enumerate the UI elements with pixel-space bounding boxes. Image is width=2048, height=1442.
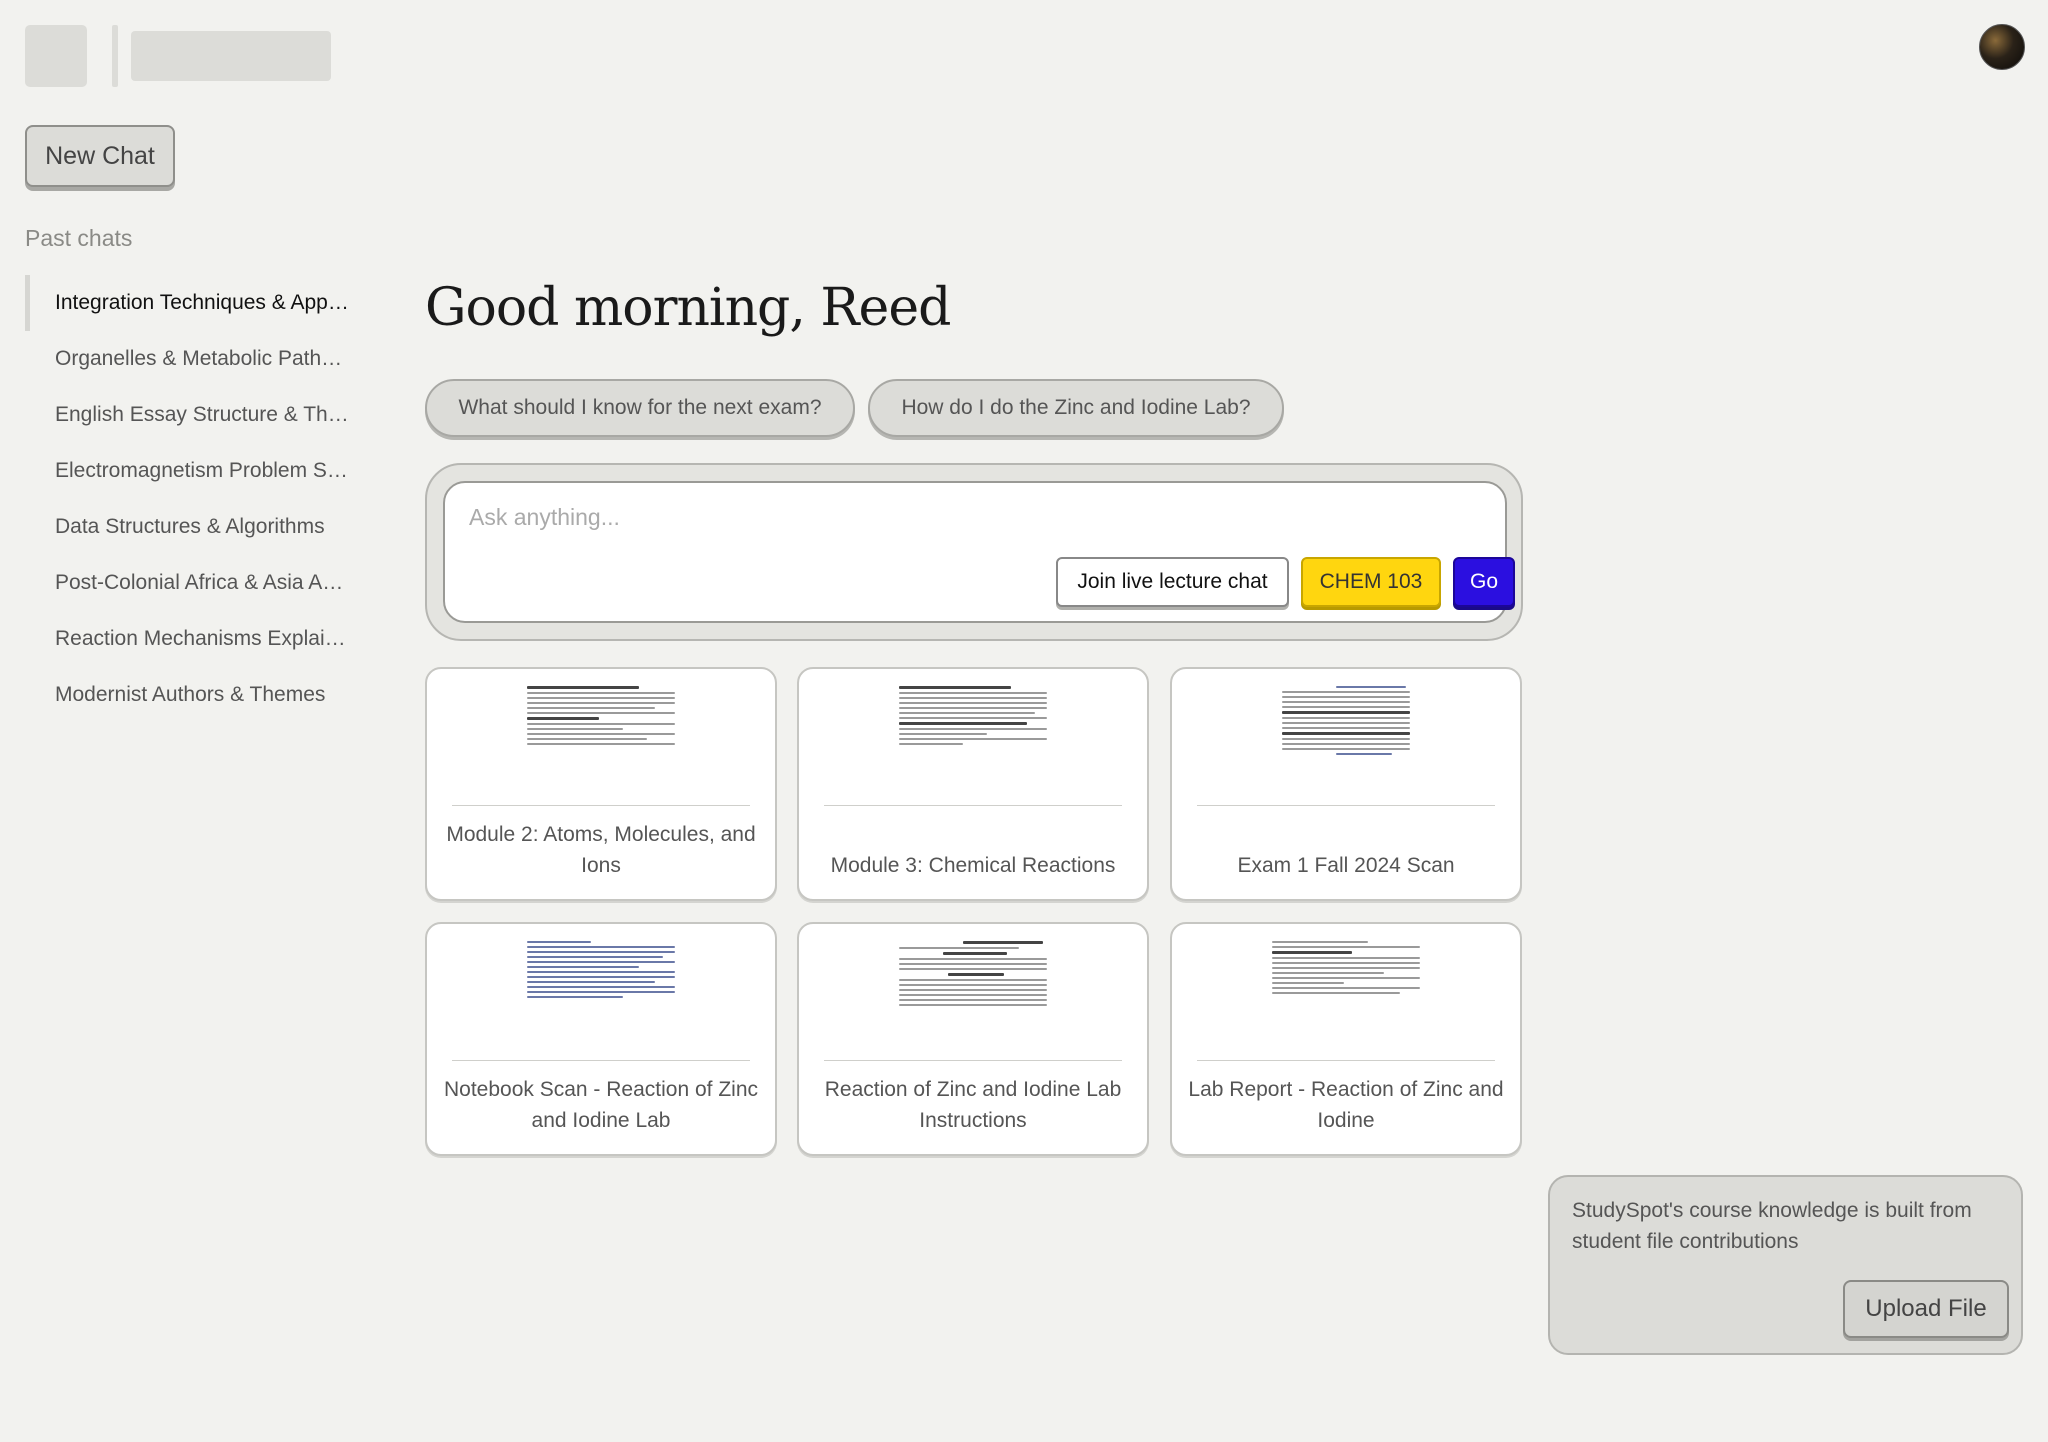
composer: Join live lecture chat CHEM 103 Go — [425, 463, 1523, 641]
past-chats-list: Integration Techniques & App… Organelles… — [25, 275, 370, 723]
past-chat-item[interactable]: Data Structures & Algorithms — [25, 499, 370, 555]
file-card[interactable]: Module 3: Chemical Reactions — [797, 667, 1149, 901]
file-card[interactable]: Module 2: Atoms, Molecules, and Ions — [425, 667, 777, 901]
file-card-title: Module 3: Chemical Reactions — [830, 854, 1116, 877]
app-name-placeholder — [131, 31, 331, 81]
past-chat-item[interactable]: Organelles & Metabolic Path… — [25, 331, 370, 387]
document-thumbnail — [1197, 934, 1495, 1061]
new-chat-button[interactable]: New Chat — [25, 125, 175, 187]
document-thumbnail — [824, 934, 1122, 1061]
document-thumbnail — [452, 934, 750, 1061]
file-card-title: Exam 1 Fall 2024 Scan — [1237, 854, 1455, 877]
past-chat-item[interactable]: English Essay Structure & Th… — [25, 387, 370, 443]
file-card[interactable]: Exam 1 Fall 2024 Scan — [1170, 667, 1522, 901]
ask-input[interactable] — [467, 503, 1371, 532]
suggestion-chip-lab[interactable]: How do I do the Zinc and Iodine Lab? — [868, 379, 1284, 437]
document-thumbnail — [824, 679, 1122, 806]
file-card-title: Reaction of Zinc and Iodine Lab Instruct… — [824, 1078, 1122, 1132]
file-card[interactable]: Notebook Scan - Reaction of Zinc and Iod… — [425, 922, 777, 1156]
file-card-title: Lab Report - Reaction of Zinc and Iodine — [1188, 1078, 1504, 1132]
upload-file-button[interactable]: Upload File — [1843, 1280, 2009, 1338]
past-chat-item[interactable]: Reaction Mechanisms Explai… — [25, 611, 370, 667]
app-logo-placeholder — [25, 25, 87, 87]
contribution-info-panel: StudySpot's course knowledge is built fr… — [1548, 1175, 2023, 1355]
past-chat-item[interactable]: Integration Techniques & App… — [25, 275, 370, 331]
composer-box: Join live lecture chat CHEM 103 Go — [443, 481, 1515, 623]
past-chat-item[interactable]: Post-Colonial Africa & Asia A… — [25, 555, 370, 611]
file-card-title: Module 2: Atoms, Molecules, and Ions — [446, 823, 756, 877]
contribution-info-text: StudySpot's course knowledge is built fr… — [1572, 1199, 1972, 1253]
suggestion-chip-exam[interactable]: What should I know for the next exam? — [425, 379, 855, 437]
file-card-title: Notebook Scan - Reaction of Zinc and Iod… — [444, 1078, 758, 1132]
file-card[interactable]: Reaction of Zinc and Iodine Lab Instruct… — [797, 922, 1149, 1156]
go-button[interactable]: Go — [1453, 557, 1515, 607]
document-thumbnail — [452, 679, 750, 806]
file-card[interactable]: Lab Report - Reaction of Zinc and Iodine — [1170, 922, 1522, 1156]
greeting-heading: Good morning, Reed — [425, 278, 951, 338]
user-avatar[interactable] — [1979, 24, 2025, 70]
past-chats-heading: Past chats — [25, 225, 133, 251]
course-selector-button[interactable]: CHEM 103 — [1301, 557, 1441, 607]
logo-divider — [112, 25, 118, 87]
past-chat-item[interactable]: Modernist Authors & Themes — [25, 667, 370, 723]
document-thumbnail — [1197, 679, 1495, 806]
past-chat-item[interactable]: Electromagnetism Problem S… — [25, 443, 370, 499]
join-live-lecture-button[interactable]: Join live lecture chat — [1056, 557, 1289, 607]
